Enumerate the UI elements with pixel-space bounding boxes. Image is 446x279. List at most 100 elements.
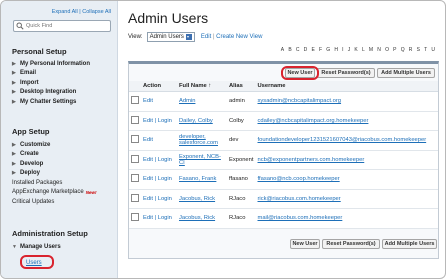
nav-create[interactable]: ▶ Create (12, 150, 96, 160)
alpha-filter-letter[interactable]: R (409, 47, 413, 53)
nav-label: Email (20, 70, 37, 77)
window: Expand All | Collapse All Personal Setup… (0, 0, 446, 279)
row-actions[interactable]: Edit (141, 130, 177, 151)
full-name-link[interactable]: Fasano, Frank (179, 176, 216, 182)
new-user-button-bottom[interactable]: New User (290, 239, 320, 249)
column-header-username[interactable]: Username (255, 81, 438, 92)
expand-all-link[interactable]: Expand All (52, 9, 78, 15)
reset-passwords-button[interactable]: Reset Password(s) (317, 68, 375, 78)
alpha-filter-letter[interactable]: J (348, 47, 351, 53)
row-actions[interactable]: Edit | Login (141, 111, 177, 131)
row-checkbox[interactable] (131, 174, 139, 183)
collapse-all-link[interactable]: Collapse All (82, 9, 115, 15)
nav-critical-updates[interactable]: Critical Updates (12, 197, 96, 207)
row-checkbox[interactable] (131, 193, 139, 202)
full-name-link[interactable]: Jacobus, Rick (179, 215, 215, 221)
reset-passwords-button-bottom[interactable]: Reset Password(s) (322, 239, 380, 249)
nav-desktop-integration[interactable]: ▶ Desktop Integration (12, 88, 90, 98)
view-select-value: Admin Users (149, 34, 184, 40)
full-name-link[interactable]: developer, salesforce.com (179, 134, 218, 146)
row-actions[interactable]: Edit | Login (141, 169, 177, 190)
alpha-filter-letter[interactable]: K (354, 47, 357, 53)
alpha-filter-letter[interactable]: E (311, 47, 314, 53)
username-link[interactable]: ncb@exponentpartners.com.homekeeper (258, 157, 365, 163)
expand-triangle-icon: ▶ (12, 151, 16, 158)
nav-deploy[interactable]: ▶ Deploy (12, 169, 96, 179)
alpha-filter-letter[interactable]: N (377, 47, 381, 53)
alpha-filter-letter[interactable]: U (431, 47, 435, 53)
alpha-filter-letter[interactable]: I (342, 47, 343, 53)
table-row: Edit | Login Exponent, NCB-CI Exponent n… (129, 150, 438, 170)
row-checkbox-cell (129, 150, 141, 170)
username-link[interactable]: cdailey@ncbcapitalimpact.org.homekeeper (258, 118, 369, 124)
alpha-filter-letter[interactable]: F (319, 47, 322, 53)
table-row: Edit Admin admin sysadmin@ncbcapitalimpa… (129, 91, 438, 112)
username-link[interactable]: sysadmin@ncbcapitalimpact.org (258, 98, 342, 104)
alpha-filter-letter[interactable]: H (334, 47, 338, 53)
alpha-filter-letter[interactable]: S (417, 47, 420, 53)
nav-develop[interactable]: ▶ Develop (12, 159, 96, 169)
add-multiple-users-button-bottom[interactable]: Add Multiple Users (382, 239, 437, 249)
nav-installed-packages[interactable]: Installed Packages (12, 178, 96, 188)
username-cell: mail@riacobus.com.homekeeper (255, 208, 438, 229)
select-all-header (129, 81, 141, 92)
column-header-full-name[interactable]: Full Name ↑ (177, 81, 227, 92)
alpha-filter-letter[interactable]: C (296, 47, 300, 53)
new-badge: New! (85, 189, 97, 195)
username-link[interactable]: ffasano@ncb.coop.homekeeper (258, 176, 340, 182)
alpha-filter-letter[interactable]: B (288, 47, 291, 53)
create-new-view-link[interactable]: Create New View (216, 34, 262, 40)
alpha-filter-letter[interactable]: T (424, 47, 427, 53)
username-link[interactable]: mail@riacobus.com.homekeeper (258, 215, 343, 221)
alpha-filter-letter[interactable]: L (362, 47, 365, 53)
search-icon (16, 22, 24, 30)
view-links-separator: | (212, 34, 215, 40)
expand-triangle-icon: ▶ (12, 160, 16, 167)
alpha-filter-letter[interactable]: P (393, 47, 396, 53)
view-select[interactable]: Admin Users (146, 32, 195, 42)
nav-label: Installed Packages (12, 179, 63, 186)
alpha-filter-letter[interactable]: G (326, 47, 330, 53)
full-name-link[interactable]: Exponent, NCB-CI (179, 154, 221, 166)
full-name-link[interactable]: Dailey, Colby (179, 118, 213, 124)
row-actions[interactable]: Edit | Login (141, 189, 177, 209)
alphabet-filter: A B C D E F G H I J K L M N O P Q R S T … (281, 47, 435, 53)
nav-my-personal-information[interactable]: ▶ My Personal Information (12, 59, 90, 69)
edit-view-link[interactable]: Edit (201, 34, 211, 40)
alpha-filter-letter[interactable]: D (304, 47, 308, 53)
row-checkbox[interactable] (131, 154, 139, 163)
alpha-filter-letter[interactable]: O (385, 47, 389, 53)
personal-setup-heading: Personal Setup (12, 47, 67, 56)
nav-customize[interactable]: ▶ Customize (12, 140, 96, 150)
username-link[interactable]: foundationdeveloper1231521607043@riacobu… (258, 137, 427, 143)
row-checkbox-cell (129, 208, 141, 229)
row-actions[interactable]: Edit (141, 91, 177, 112)
full-name-link[interactable]: Admin (179, 98, 195, 104)
add-multiple-users-button[interactable]: Add Multiple Users (377, 68, 435, 78)
nav-email[interactable]: ▶ Email (12, 69, 90, 79)
quick-find-box[interactable] (13, 20, 111, 32)
username-link[interactable]: rick@riacobus.com.homekeeper (258, 196, 341, 202)
nav-manage-users[interactable]: ▼ Manage Users (12, 242, 61, 252)
nav-import[interactable]: ▶ Import (12, 78, 90, 88)
table-row: Edit | Login Jacobus, Rick RJaco rick@ri… (129, 189, 438, 209)
quick-find-input[interactable] (26, 21, 108, 31)
column-header-alias[interactable]: Alias (227, 81, 256, 92)
page-title: Admin Users (128, 10, 209, 26)
alpha-filter-letter[interactable]: A (281, 47, 284, 53)
row-checkbox[interactable] (131, 135, 139, 144)
row-actions[interactable]: Edit | Login (141, 208, 177, 229)
table-row: Edit | Login Fasano, Frank ffasano ffasa… (129, 169, 438, 190)
row-checkbox[interactable] (131, 213, 139, 222)
alpha-filter-letter[interactable]: Q (401, 47, 405, 53)
full-name-link[interactable]: Jacobus, Rick (179, 196, 215, 202)
alpha-filter-letter[interactable]: M (369, 47, 373, 53)
row-checkbox[interactable] (131, 115, 139, 124)
nav-my-chatter-settings[interactable]: ▶ My Chatter Settings (12, 97, 90, 107)
dropdown-arrow-icon (185, 34, 192, 40)
toplinks-separator: | (79, 9, 81, 15)
row-actions[interactable]: Edit | Login (141, 150, 177, 170)
row-checkbox[interactable] (131, 96, 139, 105)
administration-setup-heading: Administration Setup (12, 229, 88, 238)
nav-appexchange-marketplace[interactable]: AppExchange Marketplace New! (12, 188, 96, 198)
